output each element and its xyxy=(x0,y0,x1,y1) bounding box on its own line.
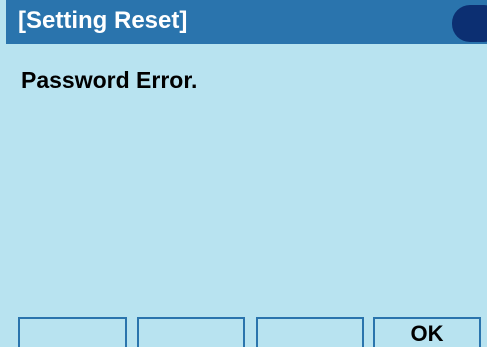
error-message: Password Error. xyxy=(21,67,198,93)
ok-softkey[interactable]: OK xyxy=(373,317,481,347)
title-bar: [Setting Reset] xyxy=(6,0,487,44)
screen-title: [Setting Reset] xyxy=(18,7,188,34)
softkey-1[interactable] xyxy=(18,317,127,347)
status-indicator-icon xyxy=(452,5,487,42)
phone-display: [Setting Reset] Password Error. OK xyxy=(0,0,487,347)
softkey-3[interactable] xyxy=(256,317,364,347)
softkey-2[interactable] xyxy=(137,317,245,347)
